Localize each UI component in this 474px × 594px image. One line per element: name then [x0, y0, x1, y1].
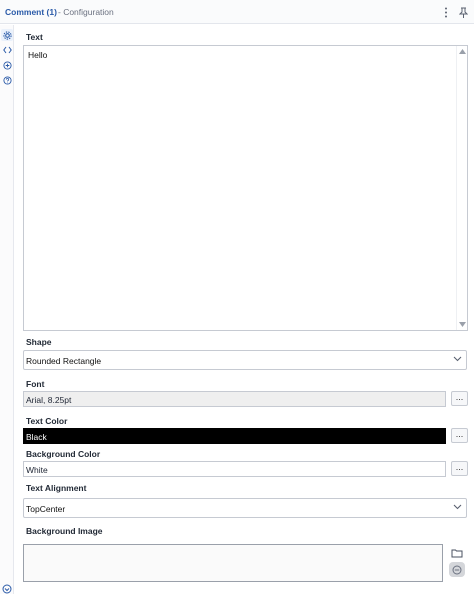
collapse-icon[interactable] [2, 584, 12, 594]
background-color-value: White [26, 465, 48, 475]
text-color-value: Black [26, 432, 47, 442]
shape-dropdown[interactable]: Rounded Rectangle [23, 350, 467, 370]
text-color-browse-button[interactable]: ... [451, 428, 468, 443]
text-alignment-value: TopCenter [26, 504, 66, 514]
code-brackets-icon[interactable] [1, 44, 13, 56]
font-field: Arial, 8.25pt [23, 391, 446, 407]
sidebar-rail [0, 25, 14, 594]
font-label: Font [26, 379, 45, 389]
shape-label: Shape [26, 337, 52, 347]
text-alignment-label: Text Alignment [26, 483, 87, 493]
text-label: Text [26, 32, 43, 42]
more-vertical-icon[interactable] [440, 5, 452, 19]
scroll-down-icon[interactable] [459, 322, 466, 327]
background-image-preview [23, 544, 443, 582]
folder-icon[interactable] [449, 545, 465, 560]
pin-icon[interactable] [457, 5, 469, 19]
help-icon[interactable] [1, 74, 13, 86]
font-value: Arial, 8.25pt [26, 395, 72, 405]
text-color-field: Black [23, 428, 446, 444]
clear-image-icon[interactable] [449, 562, 465, 577]
text-scrollbar[interactable] [456, 46, 467, 330]
text-alignment-dropdown[interactable]: TopCenter [23, 498, 467, 518]
shape-value: Rounded Rectangle [26, 356, 102, 366]
chevron-down-icon [453, 504, 462, 510]
annotation-icon[interactable] [1, 59, 13, 71]
panel-title: Comment (1) [5, 7, 57, 17]
background-color-browse-button[interactable]: ... [451, 461, 468, 476]
gear-icon[interactable] [1, 29, 13, 41]
background-color-label: Background Color [26, 449, 101, 459]
background-color-field: White [23, 461, 446, 477]
chevron-down-icon [453, 356, 462, 362]
panel-header: Comment (1) - Configuration [0, 0, 474, 24]
text-input[interactable]: Hello [23, 45, 468, 331]
background-image-label: Background Image [26, 526, 103, 536]
panel-subtitle: - Configuration [58, 7, 114, 17]
scroll-up-icon[interactable] [459, 49, 466, 54]
text-color-label: Text Color [26, 416, 68, 426]
text-input-value: Hello [28, 50, 48, 60]
font-browse-button[interactable]: ... [451, 391, 468, 406]
